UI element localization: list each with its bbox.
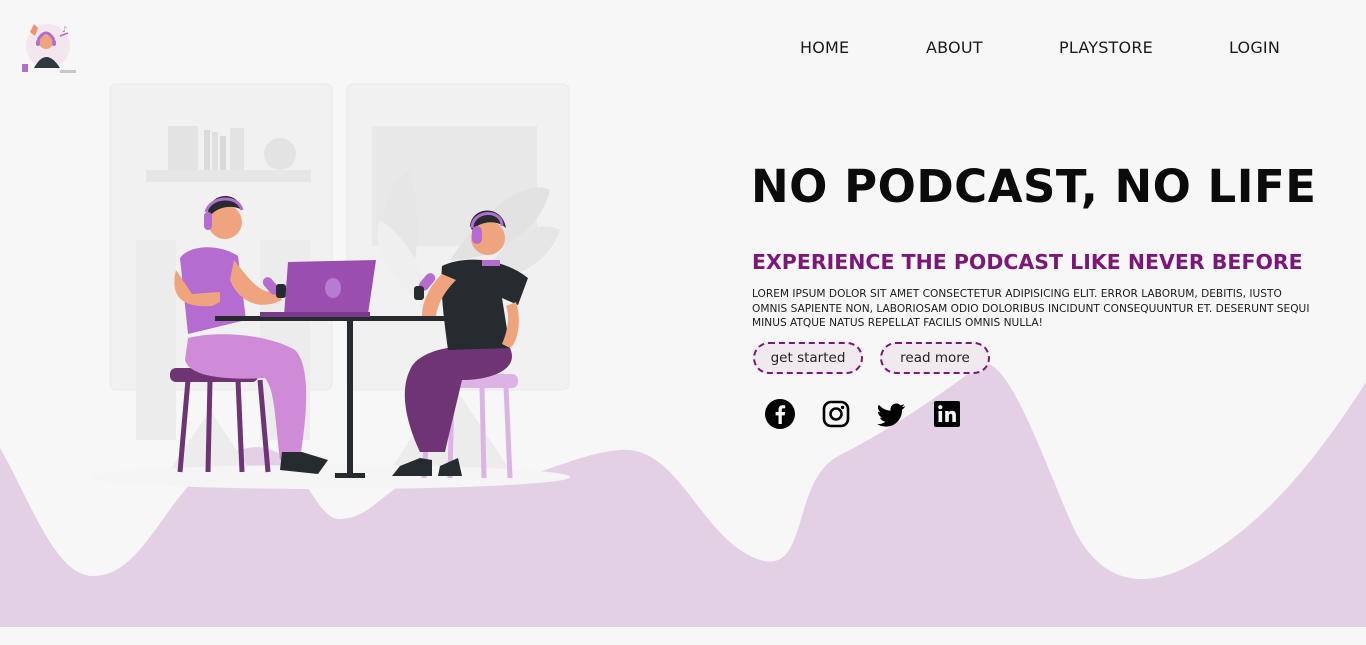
twitter-icon[interactable] <box>875 398 907 430</box>
nav-login[interactable]: LOGIN <box>1229 38 1280 57</box>
hero-title: NO PODCAST, NO LIFE <box>751 160 1317 213</box>
svg-text:♪: ♪ <box>62 25 67 34</box>
main-nav: HOME ABOUT PLAYSTORE LOGIN <box>0 38 1366 62</box>
linkedin-icon[interactable] <box>931 398 963 430</box>
nav-playstore[interactable]: PLAYSTORE <box>1059 38 1153 57</box>
hero-description: LOREM IPSUM DOLOR SIT AMET CONSECTETUR A… <box>752 288 1310 329</box>
get-started-button[interactable]: get started <box>753 342 863 374</box>
instagram-icon[interactable] <box>820 398 852 430</box>
nav-about[interactable]: ABOUT <box>926 38 983 57</box>
podcast-illustration <box>90 83 570 489</box>
read-more-button[interactable]: read more <box>880 342 990 374</box>
nav-home[interactable]: HOME <box>800 38 849 57</box>
hero-subtitle: EXPERIENCE THE PODCAST LIKE NEVER BEFORE <box>752 250 1303 274</box>
footer-strip <box>0 627 1366 645</box>
facebook-icon[interactable] <box>764 398 796 430</box>
